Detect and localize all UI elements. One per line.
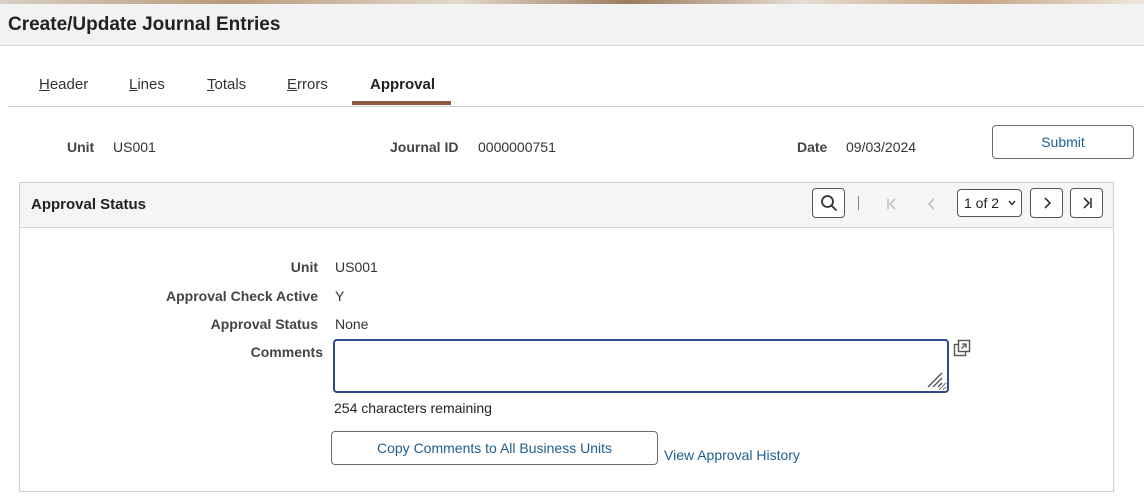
approval-status-value: None	[335, 316, 369, 332]
comments-input[interactable]	[333, 339, 949, 393]
search-button[interactable]	[812, 188, 845, 218]
page-selector-value: 1 of 2	[964, 195, 1000, 211]
next-page-icon	[1043, 197, 1051, 209]
tab-bar: Header Lines Totals Errors Approval	[8, 62, 1144, 107]
first-page-button[interactable]	[880, 192, 904, 216]
panel-header: Approval Status 1 of 2	[20, 183, 1113, 228]
page-title: Create/Update Journal Entries	[8, 14, 281, 35]
journal-id-value: 0000000751	[478, 139, 556, 155]
first-page-icon	[887, 198, 896, 210]
characters-remaining: 254 characters remaining	[334, 400, 492, 416]
previous-page-icon	[927, 198, 935, 210]
approval-status-panel: Approval Status 1 of 2 Unit US001 Approv…	[19, 182, 1114, 492]
approval-check-label: Approval Check Active	[166, 288, 318, 304]
tab-totals[interactable]: Totals	[207, 76, 246, 93]
approval-check-value: Y	[335, 288, 345, 304]
tab-approval[interactable]: Approval	[370, 76, 435, 93]
comments-label: Comments	[250, 344, 323, 360]
date-value: 09/03/2024	[846, 139, 917, 155]
page-selector[interactable]: 1 of 2	[957, 189, 1022, 217]
panel-unit-label: Unit	[290, 259, 318, 275]
active-tab-indicator	[352, 101, 451, 105]
copy-comments-button[interactable]: Copy Comments to All Business Units	[331, 431, 658, 465]
tab-header[interactable]: Header	[39, 76, 88, 93]
next-page-button[interactable]	[1030, 188, 1063, 218]
popout-icon[interactable]	[953, 339, 971, 357]
unit-value: US001	[113, 139, 156, 155]
panel-unit-value: US001	[335, 259, 378, 275]
view-approval-history-link[interactable]: View Approval History	[664, 447, 800, 463]
previous-page-button[interactable]	[920, 192, 944, 216]
approval-status-label: Approval Status	[210, 316, 318, 332]
last-page-button[interactable]	[1070, 188, 1103, 218]
submit-button[interactable]: Submit	[992, 125, 1134, 159]
panel-title: Approval Status	[31, 196, 147, 213]
journal-id-label: Journal ID	[390, 139, 459, 155]
search-icon	[820, 195, 837, 211]
tab-errors[interactable]: Errors	[287, 76, 328, 93]
unit-label: Unit	[67, 139, 95, 155]
title-bar: Create/Update Journal Entries	[0, 4, 1144, 46]
last-page-icon	[1082, 197, 1092, 209]
tab-lines[interactable]: Lines	[129, 76, 165, 93]
toolbar-separator	[858, 196, 859, 210]
date-label: Date	[797, 139, 828, 155]
chevron-down-icon	[1008, 200, 1016, 206]
